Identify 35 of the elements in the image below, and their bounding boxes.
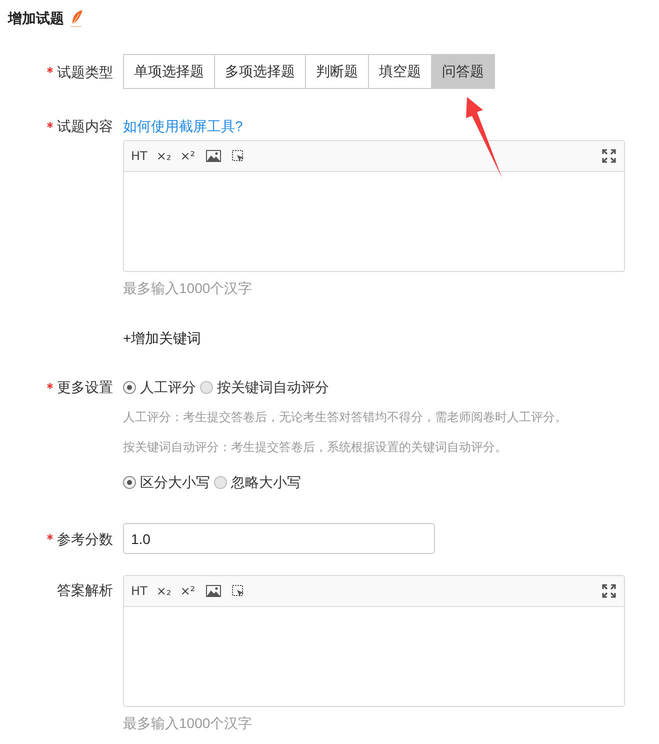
image-icon[interactable] [206, 150, 222, 162]
radio-label[interactable]: 忽略大小写 [231, 473, 301, 491]
score-input[interactable]: 1.0 [123, 523, 435, 554]
toolbar-button[interactable]: ×₂ [156, 149, 172, 163]
page-title: 增加试题 [8, 9, 64, 27]
tab[interactable]: 问答题 [431, 55, 494, 88]
fullscreen-icon[interactable] [602, 149, 616, 163]
selection-icon[interactable] [232, 150, 244, 162]
toolbar-button[interactable]: HT [131, 149, 148, 163]
radio-label[interactable]: 按关键词自动评分 [217, 378, 329, 396]
field-label: 答案解析 [57, 581, 113, 599]
add-keyword-button[interactable]: +增加关键词 [123, 330, 202, 346]
toolbar-button[interactable]: ×² [180, 149, 196, 163]
description-text: 人工评分：考生提交答卷后，无论考生答对答错均不得分，需老师阅卷时人工评分。 [123, 410, 567, 424]
radio-button[interactable] [200, 380, 213, 394]
toolbar-button[interactable]: HT [131, 584, 148, 598]
field-label: 更多设置 [57, 378, 113, 396]
feather-icon [71, 10, 83, 26]
toolbar-button[interactable]: ×₂ [156, 584, 172, 598]
toolbar-button[interactable]: ×² [180, 584, 196, 598]
fullscreen-icon[interactable] [602, 584, 616, 598]
selection-icon[interactable] [232, 585, 244, 597]
radio-label[interactable]: 人工评分 [140, 378, 196, 396]
radio-button[interactable] [123, 380, 136, 394]
hint-text: 最多输入1000个汉字 [123, 715, 254, 731]
radio-button[interactable] [123, 476, 136, 488]
help-link[interactable]: 如何使用截屏工具? [123, 117, 243, 135]
hint-text: 最多输入1000个汉字 [123, 280, 254, 296]
description-text: 按关键词自动评分：考生提交答卷后，系统根据设置的关键词自动评分。 [123, 440, 508, 454]
radio-label[interactable]: 区分大小写 [140, 473, 210, 491]
field-label: 试题内容 [57, 117, 113, 135]
image-icon[interactable] [206, 585, 222, 597]
radio-button[interactable] [214, 476, 227, 488]
field-label: 参考分数 [57, 530, 113, 548]
field-label: 试题类型 [57, 62, 113, 80]
